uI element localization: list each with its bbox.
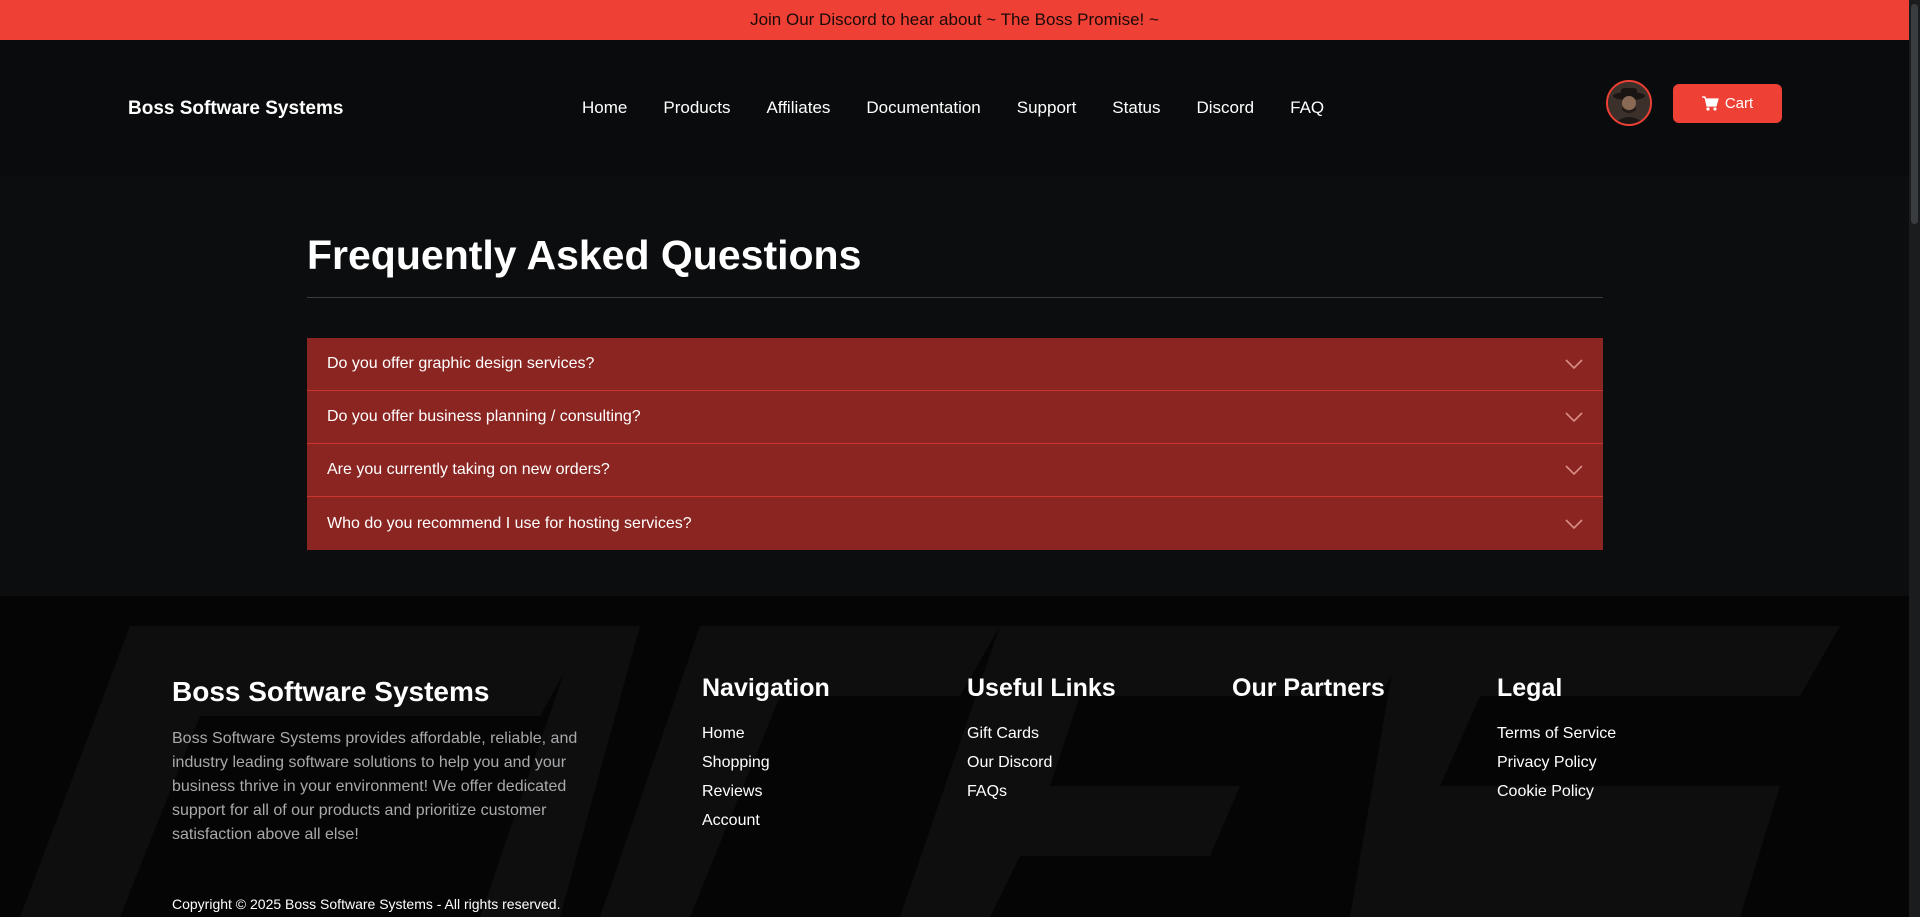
footer: Boss Software Systems Boss Software Syst… [0,596,1909,917]
copyright: Copyright © 2025 Boss Software Systems -… [172,896,561,912]
faq-question: Are you currently taking on new orders? [327,461,610,478]
avatar[interactable] [1606,80,1652,126]
footer-col-navigation: Navigation Home Shopping Reviews Account [702,674,830,841]
cart-label: Cart [1724,95,1754,112]
header: Boss Software Systems Home Products Affi… [0,40,1909,176]
footer-col-title: Legal [1497,674,1563,702]
chevron-down-icon [1565,412,1583,423]
scrollbar-thumb[interactable] [1911,4,1918,224]
title-divider [307,297,1603,298]
chevron-down-icon [1565,518,1583,529]
faq-item-new-orders[interactable]: Are you currently taking on new orders? [307,444,1603,497]
scrollbar[interactable] [1909,0,1920,917]
footer-link-shopping[interactable]: Shopping [702,754,830,772]
nav-faq[interactable]: FAQ [1290,98,1324,118]
nav-support[interactable]: Support [1017,98,1077,118]
footer-link-home[interactable]: Home [702,725,830,743]
announcement-text[interactable]: Join Our Discord to hear about ~ The Bos… [750,10,1159,30]
faq-question: Who do you recommend I use for hosting s… [327,514,692,532]
faq-question: Do you offer graphic design services? [327,355,595,372]
footer-col-useful-links: Useful Links Gift Cards Our Discord FAQs [967,674,1116,812]
nav-documentation[interactable]: Documentation [866,98,980,118]
footer-col-legal: Legal Terms of Service Privacy Policy Co… [1497,674,1616,812]
user-avatar-icon [1608,82,1650,124]
footer-col-partners: Our Partners [1232,674,1385,725]
footer-link-faqs[interactable]: FAQs [967,783,1116,801]
cart-button[interactable]: Cart [1673,84,1782,123]
footer-link-privacy[interactable]: Privacy Policy [1497,754,1616,772]
footer-description: Boss Software Systems provides affordabl… [172,730,578,843]
footer-link-reviews[interactable]: Reviews [702,783,830,801]
nav-products[interactable]: Products [663,98,730,118]
main-nav: Home Products Affiliates Documentation S… [582,98,1360,118]
cart-icon [1701,96,1719,111]
nav-home[interactable]: Home [582,98,627,118]
nav-discord[interactable]: Discord [1197,98,1255,118]
footer-link-our-discord[interactable]: Our Discord [967,754,1116,772]
footer-col-title: Our Partners [1232,674,1385,702]
faq-list: Do you offer graphic design services? Do… [307,338,1603,550]
page: Join Our Discord to hear about ~ The Bos… [0,0,1909,917]
faq-section: Frequently Asked Questions Do you offer … [307,232,1603,550]
footer-link-gift-cards[interactable]: Gift Cards [967,725,1116,743]
faq-item-business-planning[interactable]: Do you offer business planning / consult… [307,391,1603,444]
nav-affiliates[interactable]: Affiliates [766,98,830,118]
nav-status[interactable]: Status [1112,98,1160,118]
footer-col-title: Navigation [702,674,830,702]
footer-col-title: Useful Links [967,674,1116,702]
faq-item-graphic-design[interactable]: Do you offer graphic design services? [307,338,1603,391]
brand-logo[interactable]: Boss Software Systems [128,98,343,120]
footer-brand: Boss Software Systems [172,676,490,707]
announcement-bar[interactable]: Join Our Discord to hear about ~ The Bos… [0,0,1909,40]
page-title: Frequently Asked Questions [307,232,862,278]
footer-link-account[interactable]: Account [702,812,830,830]
chevron-down-icon [1565,359,1583,370]
chevron-down-icon [1565,465,1583,476]
faq-item-hosting[interactable]: Who do you recommend I use for hosting s… [307,497,1603,550]
footer-link-terms[interactable]: Terms of Service [1497,725,1616,743]
footer-link-cookie[interactable]: Cookie Policy [1497,783,1616,801]
faq-question: Do you offer business planning / consult… [327,408,641,425]
